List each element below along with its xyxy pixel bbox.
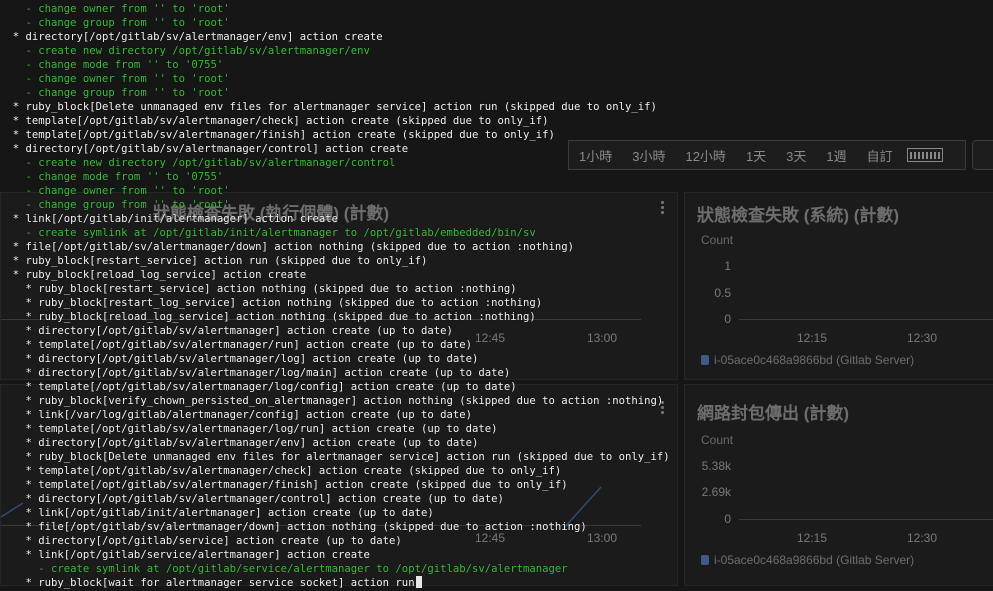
terminal-line-text: * ruby_block[restart_log_service] action… [0, 297, 543, 309]
terminal-line: - create new directory /opt/gitlab/sv/al… [0, 156, 396, 170]
terminal-line-text: * directory[/opt/gitlab/sv/alertmanager/… [0, 143, 409, 155]
terminal-line-text: * ruby_block[Delete unmanaged env files … [0, 451, 670, 463]
terminal-line-text: - change owner from '' to 'root' [0, 3, 230, 15]
terminal-line-text: * directory[/opt/gitlab/sv/alertmanager/… [0, 367, 511, 379]
terminal-line-text: * link[/opt/gitlab/init/alertmanager] ac… [0, 507, 434, 519]
terminal-line-text: * template[/opt/gitlab/sv/alertmanager/c… [0, 465, 562, 477]
terminal-line-text: * template[/opt/gitlab/sv/alertmanager/r… [0, 339, 472, 351]
terminal-line: - create new directory /opt/gitlab/sv/al… [0, 44, 370, 58]
terminal-line: * ruby_block[Delete unmanaged env files … [0, 100, 657, 114]
terminal-line-text: * directory[/opt/gitlab/service] action … [0, 535, 402, 547]
terminal-line-text: * directory[/opt/gitlab/sv/alertmanager/… [0, 437, 479, 449]
terminal-line-text: * template[/opt/gitlab/sv/alertmanager/f… [0, 129, 555, 141]
terminal-line-text: * link[/var/log/gitlab/alertmanager/conf… [0, 409, 472, 421]
terminal-line: * file[/opt/gitlab/sv/alertmanager/down]… [0, 520, 587, 534]
terminal-line-text: - change group from '' to 'root' [0, 199, 230, 211]
terminal-line: - change mode from '' to '0755' [0, 170, 224, 184]
terminal-line: * directory[/opt/gitlab/sv/alertmanager/… [0, 352, 479, 366]
terminal-line: * template[/opt/gitlab/sv/alertmanager/l… [0, 380, 517, 394]
terminal-line: * template[/opt/gitlab/sv/alertmanager/f… [0, 478, 568, 492]
terminal-line: * directory[/opt/gitlab/sv/alertmanager/… [0, 436, 479, 450]
terminal-cursor [415, 576, 422, 588]
terminal-line-text: - change mode from '' to '0755' [0, 59, 224, 71]
terminal-line: * directory[/opt/gitlab/sv/alertmanager/… [0, 366, 511, 380]
terminal-line: - change owner from '' to 'root' [0, 2, 230, 16]
terminal-line-text: * ruby_block[reload_log_service] action … [0, 269, 307, 281]
terminal-line-text: - create symlink at /opt/gitlab/init/ale… [0, 227, 536, 239]
terminal-line-text: * directory[/opt/gitlab/sv/alertmanager/… [0, 493, 504, 505]
terminal-output[interactable]: - change owner from '' to 'root' - chang… [0, 0, 993, 591]
terminal-line: * link[/var/log/gitlab/alertmanager/conf… [0, 408, 472, 422]
terminal-line: * ruby_block[restart_log_service] action… [0, 296, 543, 310]
terminal-line-text: - change mode from '' to '0755' [0, 171, 224, 183]
terminal-line: * template[/opt/gitlab/sv/alertmanager/l… [0, 422, 498, 436]
terminal-line: * file[/opt/gitlab/sv/alertmanager/down]… [0, 240, 574, 254]
terminal-line-text: - change group from '' to 'root' [0, 17, 230, 29]
terminal-line-text: * directory[/opt/gitlab/sv/alertmanager]… [0, 325, 453, 337]
terminal-line: * ruby_block[reload_log_service] action … [0, 310, 536, 324]
terminal-line: - change group from '' to 'root' [0, 198, 230, 212]
screen: 1小時 3小時 12小時 1天 3天 1週 自訂 狀態檢查失敗 (執行個體) (… [0, 0, 993, 591]
terminal-line-text: * ruby_block[Delete unmanaged env files … [0, 101, 657, 113]
terminal-line: * template[/opt/gitlab/sv/alertmanager/c… [0, 114, 549, 128]
terminal-line: * link[/opt/gitlab/init/alertmanager] ac… [0, 506, 434, 520]
terminal-line-text: * link[/opt/gitlab/service/alertmanager]… [0, 549, 370, 561]
terminal-line-text: - create new directory /opt/gitlab/sv/al… [0, 157, 396, 169]
terminal-line: * directory[/opt/gitlab/sv/alertmanager]… [0, 324, 453, 338]
terminal-line: * directory[/opt/gitlab/sv/alertmanager/… [0, 492, 504, 506]
terminal-line-text: * template[/opt/gitlab/sv/alertmanager/c… [0, 115, 549, 127]
terminal-line-text: * link[/opt/gitlab/init/alertmanager] ac… [0, 213, 339, 225]
terminal-line: * ruby_block[verify_chown_persisted_on_a… [0, 394, 664, 408]
terminal-line-text: * ruby_block[restart_service] action run… [0, 255, 428, 267]
terminal-line: - change owner from '' to 'root' [0, 72, 230, 86]
terminal-line-text: - change group from '' to 'root' [0, 87, 230, 99]
terminal-line: - create symlink at /opt/gitlab/service/… [0, 562, 568, 576]
terminal-line: * link[/opt/gitlab/service/alertmanager]… [0, 548, 370, 562]
terminal-line-text: * template[/opt/gitlab/sv/alertmanager/l… [0, 423, 498, 435]
terminal-line: * directory[/opt/gitlab/sv/alertmanager/… [0, 30, 383, 44]
terminal-line: * ruby_block[restart_service] action not… [0, 282, 517, 296]
terminal-line-text: * ruby_block[verify_chown_persisted_on_a… [0, 395, 664, 407]
terminal-line-text: * ruby_block[reload_log_service] action … [0, 311, 536, 323]
terminal-line-text: * directory[/opt/gitlab/sv/alertmanager/… [0, 31, 383, 43]
terminal-line-text: * ruby_block[wait for alertmanager servi… [0, 577, 415, 589]
terminal-line: * template[/opt/gitlab/sv/alertmanager/f… [0, 128, 555, 142]
terminal-line-text: * directory[/opt/gitlab/sv/alertmanager/… [0, 353, 479, 365]
terminal-line: * directory[/opt/gitlab/sv/alertmanager/… [0, 142, 408, 156]
terminal-line: - change mode from '' to '0755' [0, 58, 224, 72]
terminal-line: - change group from '' to 'root' [0, 86, 230, 100]
terminal-line-text: - create new directory /opt/gitlab/sv/al… [0, 45, 370, 57]
terminal-line: * ruby_block[wait for alertmanager servi… [0, 576, 422, 590]
terminal-line-text: * ruby_block[restart_service] action not… [0, 283, 517, 295]
terminal-line: * ruby_block[reload_log_service] action … [0, 268, 306, 282]
terminal-line: * template[/opt/gitlab/sv/alertmanager/c… [0, 464, 562, 478]
terminal-line: * template[/opt/gitlab/sv/alertmanager/r… [0, 338, 472, 352]
terminal-line: - change group from '' to 'root' [0, 16, 230, 30]
terminal-line: * link[/opt/gitlab/init/alertmanager] ac… [0, 212, 338, 226]
terminal-line: - change owner from '' to 'root' [0, 184, 230, 198]
terminal-line-text: * file[/opt/gitlab/sv/alertmanager/down]… [0, 521, 587, 533]
terminal-line-text: - change owner from '' to 'root' [0, 185, 230, 197]
terminal-line-text: - create symlink at /opt/gitlab/service/… [0, 563, 568, 575]
terminal-line-text: * file[/opt/gitlab/sv/alertmanager/down]… [0, 241, 575, 253]
terminal-line-text: - change owner from '' to 'root' [0, 73, 230, 85]
terminal-line: * ruby_block[restart_service] action run… [0, 254, 428, 268]
terminal-line-text: * template[/opt/gitlab/sv/alertmanager/f… [0, 479, 568, 491]
terminal-line: * ruby_block[Delete unmanaged env files … [0, 450, 670, 464]
terminal-line: * directory[/opt/gitlab/service] action … [0, 534, 402, 548]
terminal-line: - create symlink at /opt/gitlab/init/ale… [0, 226, 536, 240]
terminal-line-text: * template[/opt/gitlab/sv/alertmanager/l… [0, 381, 517, 393]
